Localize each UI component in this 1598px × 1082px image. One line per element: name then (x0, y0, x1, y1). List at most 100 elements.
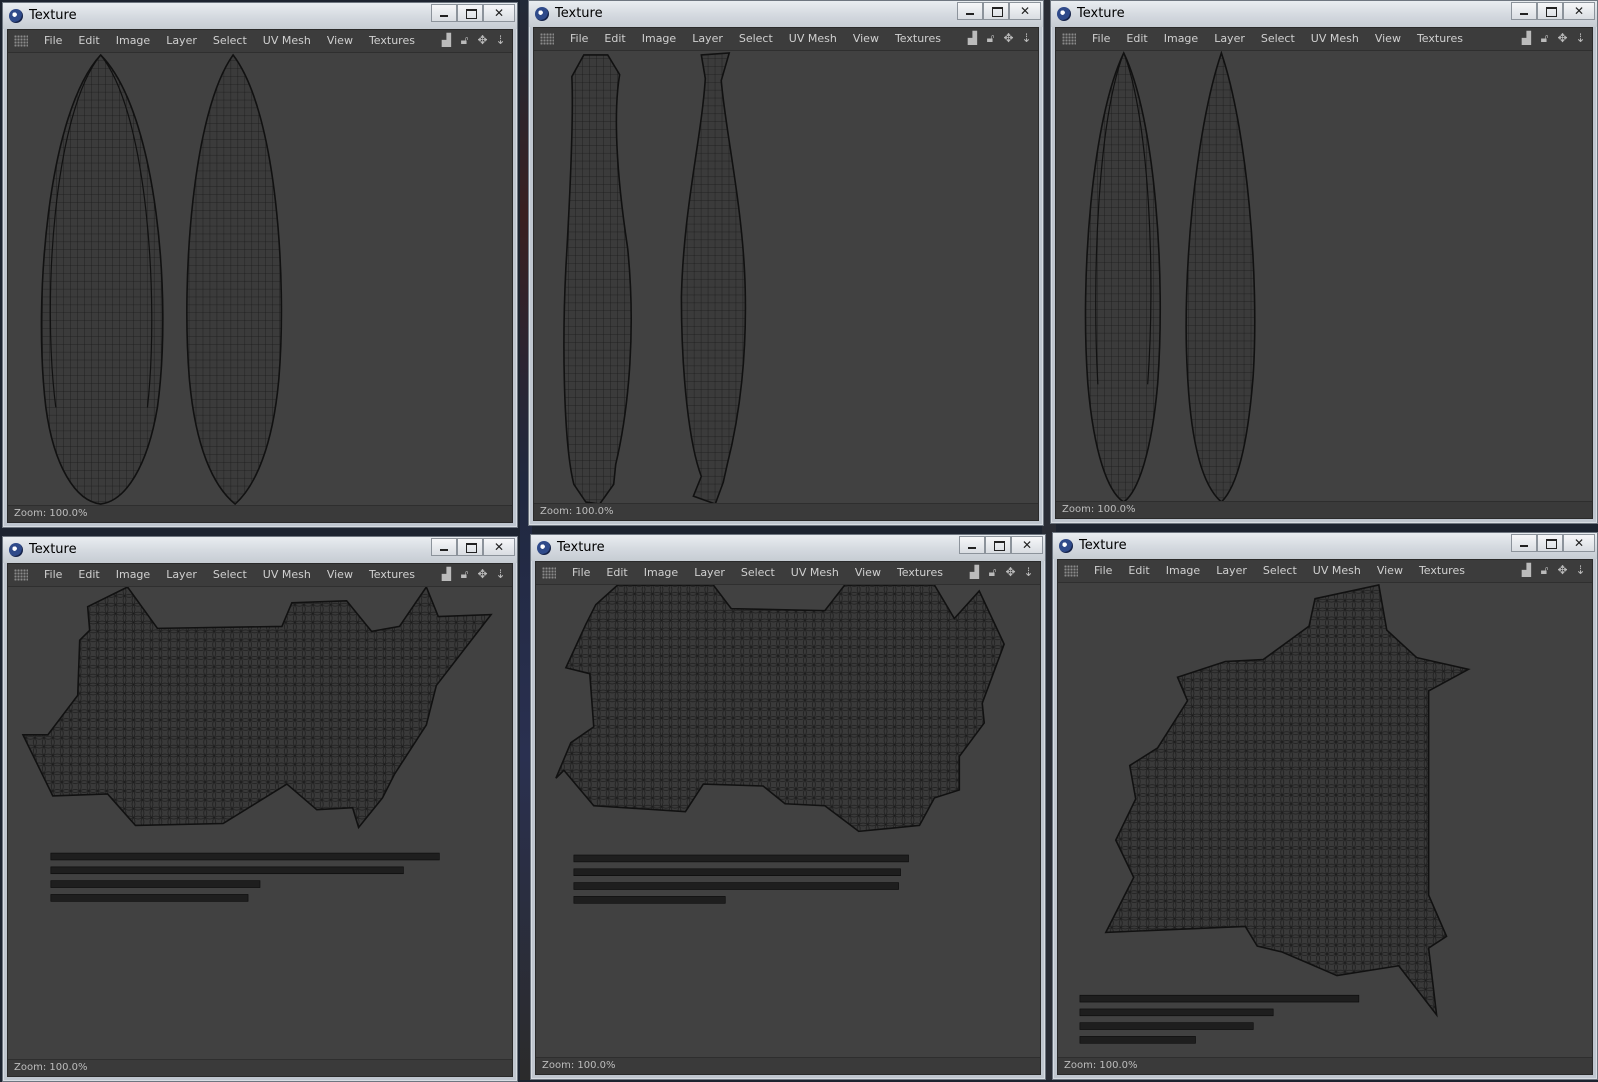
histogram-icon[interactable]: ▟ (1519, 563, 1534, 578)
uv-strip-1[interactable] (50, 852, 440, 861)
menu-uv-mesh[interactable]: UV Mesh (1305, 560, 1369, 582)
menu-textures[interactable]: Textures (889, 562, 951, 584)
menu-edit[interactable]: Edit (70, 30, 107, 52)
menu-uv-mesh[interactable]: UV Mesh (1303, 28, 1367, 50)
menu-grip-icon[interactable] (1064, 565, 1078, 577)
move-icon[interactable]: ✥ (1555, 31, 1570, 46)
menu-textures[interactable]: Textures (1411, 560, 1473, 582)
menu-layer[interactable]: Layer (686, 562, 733, 584)
title-bar[interactable]: Texture ✕ (529, 1, 1043, 27)
menu-grip-icon[interactable] (540, 33, 554, 45)
menu-file[interactable]: File (36, 564, 70, 586)
minimize-button[interactable] (959, 536, 985, 554)
uv-viewport[interactable] (8, 53, 512, 506)
uv-strip-3[interactable] (1079, 1022, 1254, 1030)
maximize-button[interactable] (1537, 534, 1563, 552)
close-button[interactable]: ✕ (483, 538, 515, 556)
histogram-icon[interactable]: ▟ (1519, 31, 1534, 46)
lock-icon[interactable]: 🔓︎ (1537, 31, 1552, 46)
uv-strip-3[interactable] (50, 880, 261, 888)
move-icon[interactable]: ✥ (1555, 563, 1570, 578)
uv-island-bone-left[interactable] (563, 54, 632, 504)
title-bar[interactable]: Texture ✕ (1051, 1, 1597, 27)
menu-view[interactable]: View (319, 564, 361, 586)
menu-edit[interactable]: Edit (1120, 560, 1157, 582)
title-bar[interactable]: Texture ✕ (3, 3, 517, 29)
lock-icon[interactable]: 🔓︎ (457, 33, 472, 48)
uv-island-hex-sheet[interactable] (21, 587, 493, 830)
uv-viewport[interactable] (536, 585, 1040, 1058)
maximize-button[interactable] (1537, 2, 1563, 20)
menu-image[interactable]: Image (1158, 560, 1208, 582)
uv-island-bone-right[interactable] (680, 52, 747, 504)
scroll-down-icon[interactable]: ⇣ (493, 567, 508, 582)
uv-strip-4[interactable] (50, 894, 249, 902)
texture-window-1[interactable]: Texture ✕ File Edit Image Layer Select U… (2, 2, 518, 528)
maximize-button[interactable] (457, 538, 483, 556)
maximize-button[interactable] (985, 536, 1011, 554)
menu-select[interactable]: Select (1255, 560, 1305, 582)
menu-select[interactable]: Select (205, 564, 255, 586)
lock-icon[interactable]: 🔓︎ (985, 565, 1000, 580)
move-icon[interactable]: ✥ (475, 33, 490, 48)
uv-strip-1[interactable] (1079, 994, 1360, 1003)
uv-strip-4[interactable] (1079, 1036, 1196, 1044)
menu-view[interactable]: View (847, 562, 889, 584)
histogram-icon[interactable]: ▟ (967, 565, 982, 580)
menu-file[interactable]: File (564, 562, 598, 584)
lock-icon[interactable]: 🔓︎ (983, 31, 998, 46)
menu-image[interactable]: Image (108, 30, 158, 52)
texture-window-2[interactable]: Texture ✕ File Edit Image Layer Select U… (528, 0, 1044, 526)
menu-layer[interactable]: Layer (1208, 560, 1255, 582)
title-bar[interactable]: Texture ✕ (531, 535, 1045, 561)
uv-island-lens-left[interactable] (40, 53, 164, 505)
uv-strip-3[interactable] (573, 882, 899, 890)
menu-textures[interactable]: Textures (361, 30, 423, 52)
maximize-button[interactable] (457, 4, 483, 22)
uv-island-lens-right[interactable] (186, 53, 283, 506)
menu-select[interactable]: Select (205, 30, 255, 52)
menu-layer[interactable]: Layer (1206, 28, 1253, 50)
texture-window-5[interactable]: Texture ✕ File Edit Image Layer Select U… (530, 534, 1046, 1080)
menu-file[interactable]: File (1086, 560, 1120, 582)
uv-viewport[interactable] (534, 51, 1038, 504)
scroll-down-icon[interactable]: ⇣ (493, 33, 508, 48)
menu-grip-icon[interactable] (14, 569, 28, 581)
texture-window-4[interactable]: Texture ✕ File Edit Image Layer Select U… (2, 536, 518, 1082)
menu-layer[interactable]: Layer (684, 28, 731, 50)
menu-edit[interactable]: Edit (1118, 28, 1155, 50)
move-icon[interactable]: ✥ (1003, 565, 1018, 580)
maximize-button[interactable] (983, 2, 1009, 20)
lock-icon[interactable]: 🔓︎ (457, 567, 472, 582)
menu-textures[interactable]: Textures (361, 564, 423, 586)
menu-textures[interactable]: Textures (1409, 28, 1471, 50)
menu-view[interactable]: View (845, 28, 887, 50)
uv-island-lens-left[interactable] (1084, 51, 1162, 502)
minimize-button[interactable] (1511, 2, 1537, 20)
menu-edit[interactable]: Edit (70, 564, 107, 586)
menu-edit[interactable]: Edit (596, 28, 633, 50)
minimize-button[interactable] (431, 4, 457, 22)
menu-layer[interactable]: Layer (158, 30, 205, 52)
scroll-down-icon[interactable]: ⇣ (1573, 563, 1588, 578)
menu-select[interactable]: Select (1253, 28, 1303, 50)
menu-image[interactable]: Image (108, 564, 158, 586)
close-button[interactable]: ✕ (1563, 2, 1595, 20)
menu-edit[interactable]: Edit (598, 562, 635, 584)
menu-uv-mesh[interactable]: UV Mesh (781, 28, 845, 50)
close-button[interactable]: ✕ (1563, 534, 1595, 552)
histogram-icon[interactable]: ▟ (965, 31, 980, 46)
menu-file[interactable]: File (1084, 28, 1118, 50)
uv-viewport[interactable] (1056, 51, 1592, 502)
menu-image[interactable]: Image (1156, 28, 1206, 50)
menu-layer[interactable]: Layer (158, 564, 205, 586)
menu-textures[interactable]: Textures (887, 28, 949, 50)
minimize-button[interactable] (431, 538, 457, 556)
uv-viewport[interactable] (8, 587, 512, 1060)
lock-icon[interactable]: 🔓︎ (1537, 563, 1552, 578)
histogram-icon[interactable]: ▟ (439, 33, 454, 48)
close-button[interactable]: ✕ (1009, 2, 1041, 20)
move-icon[interactable]: ✥ (1001, 31, 1016, 46)
close-button[interactable]: ✕ (483, 4, 515, 22)
texture-window-6[interactable]: Texture ✕ File Edit Image Layer Select U… (1052, 532, 1598, 1080)
